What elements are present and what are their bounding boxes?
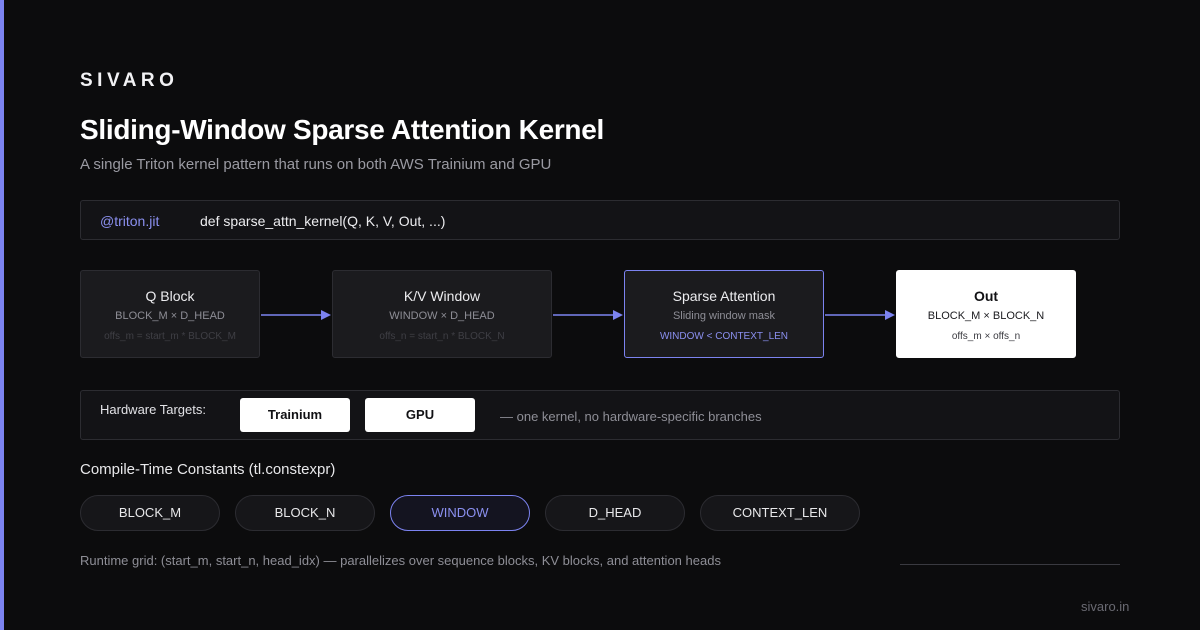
hardware-targets-label: Hardware Targets: [100,402,206,417]
footer-url: sivaro.in [1081,599,1130,614]
runtime-grid-note: Runtime grid: (start_m, start_n, head_id… [80,553,721,568]
hardware-targets-note: — one kernel, no hardware-specific branc… [500,409,762,424]
arrow-q-to-kv [261,310,331,320]
constants-heading: Compile-Time Constants (tl.constexpr) [80,461,336,478]
hardware-targets-panel: Hardware Targets: Trainium GPU — one ker… [80,390,1120,440]
arrow-kv-to-sparse [553,310,623,320]
divider-line [900,564,1120,565]
constant-block-m: BLOCK_M [80,495,220,531]
constant-block-n: BLOCK_N [235,495,375,531]
hardware-target-gpu: GPU [365,398,475,432]
hardware-target-trainium: Trainium [240,398,350,432]
page: SIVARO Sliding-Window Sparse Attention K… [0,0,1200,630]
constant-window: WINDOW [390,495,530,531]
pipeline-arrows [261,310,895,320]
constant-d-head: D_HEAD [545,495,685,531]
arrow-sparse-to-out [825,310,895,320]
constant-context-len: CONTEXT_LEN [700,495,860,531]
